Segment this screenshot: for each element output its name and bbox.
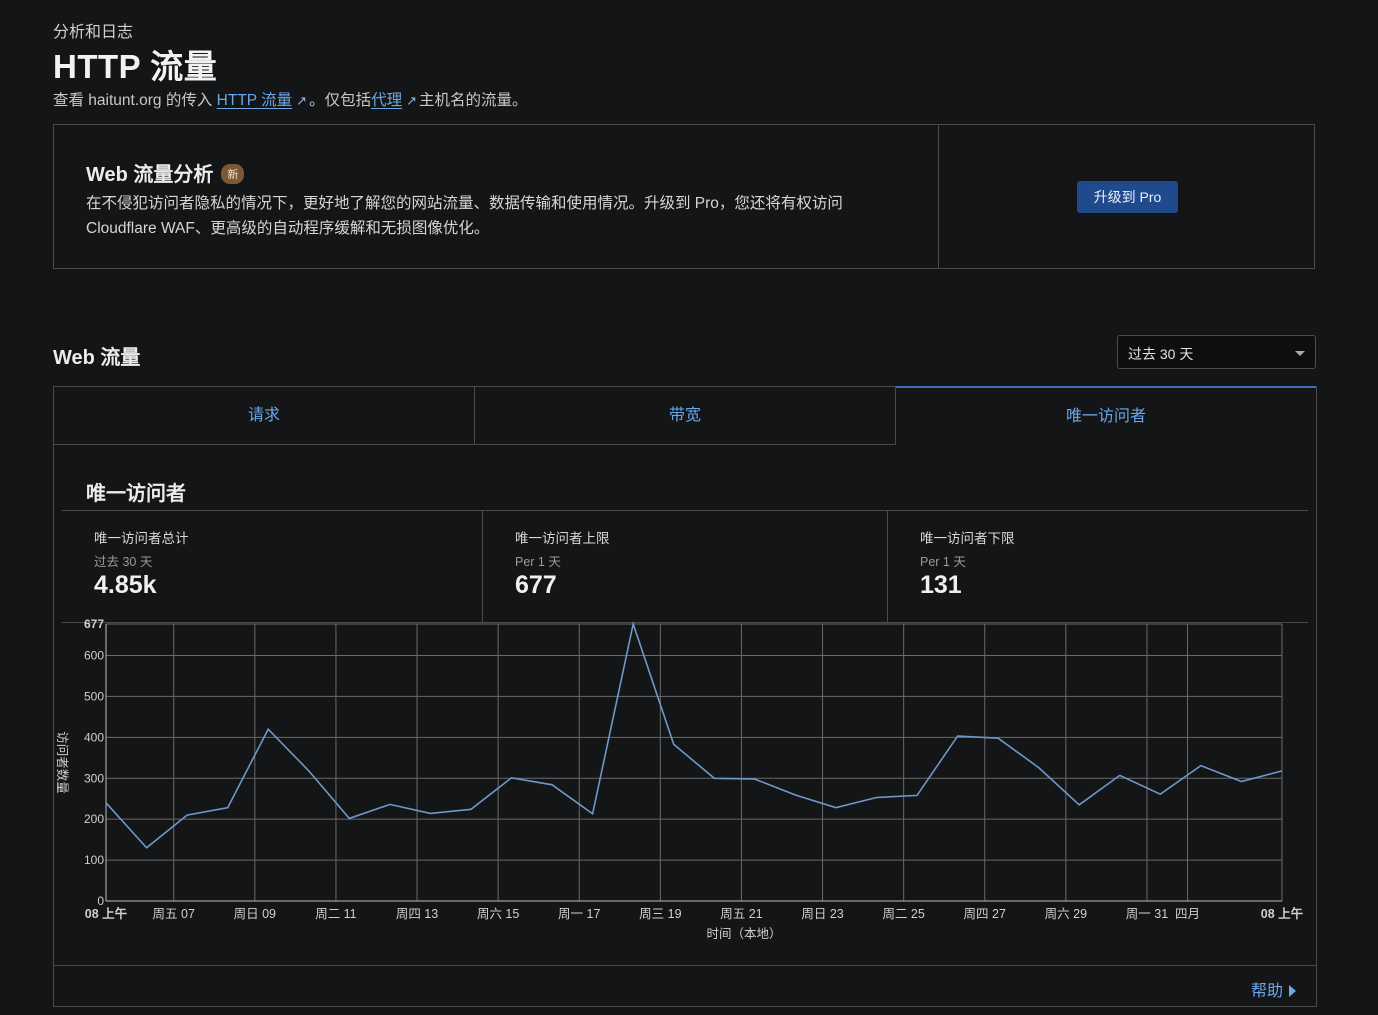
subtitle-mid: 。仅包括 xyxy=(309,92,372,109)
caret-right-icon xyxy=(1289,985,1296,997)
promo-description: 在不侵犯访问者隐私的情况下，更好地了解您的网站流量、数据传输和使用情况。升级到 … xyxy=(86,195,843,237)
promo-title: Web 流量分析新 xyxy=(86,158,245,187)
new-badge: 新 xyxy=(221,164,245,184)
y-tick-label: 677 xyxy=(84,617,104,631)
time-range-select[interactable]: 过去 30 天 xyxy=(1117,335,1316,369)
y-tick-label: 500 xyxy=(84,689,104,703)
x-tick-label: 周日 09 xyxy=(234,907,276,921)
x-tick-label: 周一 17 xyxy=(558,907,600,921)
x-tick-label: 周六 15 xyxy=(477,907,519,921)
chevron-down-icon xyxy=(1295,351,1305,356)
breadcrumb: 分析和日志 xyxy=(53,24,134,41)
web-traffic-panel: 请求 带宽 唯一访问者 唯一访问者 唯一访问者总计 过去 30 天 4.85k … xyxy=(53,386,1317,1007)
time-range-value: 过去 30 天 xyxy=(1128,346,1194,362)
x-tick-label: 08 上午 xyxy=(1261,906,1304,921)
external-link-icon: ↗ xyxy=(406,93,418,108)
unique-visitors-chart: 0 100 200 300 400 500 600 677 08 上午 周五 07 周日 09 周二 … xyxy=(55,617,1304,941)
x-tick-label: 周五 21 xyxy=(720,907,762,921)
http-traffic-link[interactable]: HTTP 流量 xyxy=(217,92,293,109)
x-tick-label: 周一 31 xyxy=(1126,907,1168,921)
help-label: 帮助 xyxy=(1250,983,1283,1000)
series-line xyxy=(105,620,1283,849)
y-tick-label: 300 xyxy=(84,771,104,785)
external-link-icon: ↗ xyxy=(296,93,308,108)
subtitle-suffix: 主机名的流量。 xyxy=(419,92,528,109)
web-analytics-promo: Web 流量分析新 在不侵犯访问者隐私的情况下，更好地了解您的网站流量、数据传输… xyxy=(53,124,1315,269)
promo-content: Web 流量分析新 在不侵犯访问者隐私的情况下，更好地了解您的网站流量、数据传输… xyxy=(54,125,939,268)
x-tick-label: 周二 11 xyxy=(315,907,356,921)
proxy-link[interactable]: 代理 xyxy=(371,92,402,109)
page-title: HTTP 流量 xyxy=(53,48,218,85)
x-axis-label: 时间（本地） xyxy=(706,927,781,941)
x-tick-label: 08 上午 xyxy=(85,906,128,921)
promo-title-text: Web 流量分析 xyxy=(86,164,214,186)
x-tick-label: 周四 27 xyxy=(964,907,1006,921)
y-tick-label: 200 xyxy=(84,812,104,826)
x-tick-label: 周四 13 xyxy=(396,907,438,921)
y-tick-label: 600 xyxy=(84,649,104,663)
x-tick-label: 四月 xyxy=(1175,907,1200,921)
x-tick-label: 周三 19 xyxy=(639,907,681,921)
x-tick-label: 周六 29 xyxy=(1045,907,1087,921)
x-tick-label: 周二 25 xyxy=(882,907,924,921)
upgrade-to-pro-button[interactable]: 升级到 Pro xyxy=(1077,181,1178,213)
y-tick-label: 100 xyxy=(84,853,104,867)
help-link[interactable]: 帮助 xyxy=(1251,977,1296,1001)
x-tick-label: 周日 23 xyxy=(801,907,843,921)
y-tick-label: 0 xyxy=(97,894,104,908)
panel-footer-divider xyxy=(54,965,1316,966)
page-subtitle: 查看 haitunt.org 的传入 HTTP 流量 ↗ 。仅包括代理 ↗ 主机名的流量… xyxy=(53,88,528,110)
y-axis-label: 访问者数量 xyxy=(55,731,70,794)
subtitle-prefix: 查看 haitunt.org 的传入 xyxy=(53,92,217,109)
x-tick-label: 周五 07 xyxy=(153,907,195,921)
web-traffic-title: Web 流量 xyxy=(53,347,141,369)
y-tick-label: 400 xyxy=(84,730,104,744)
